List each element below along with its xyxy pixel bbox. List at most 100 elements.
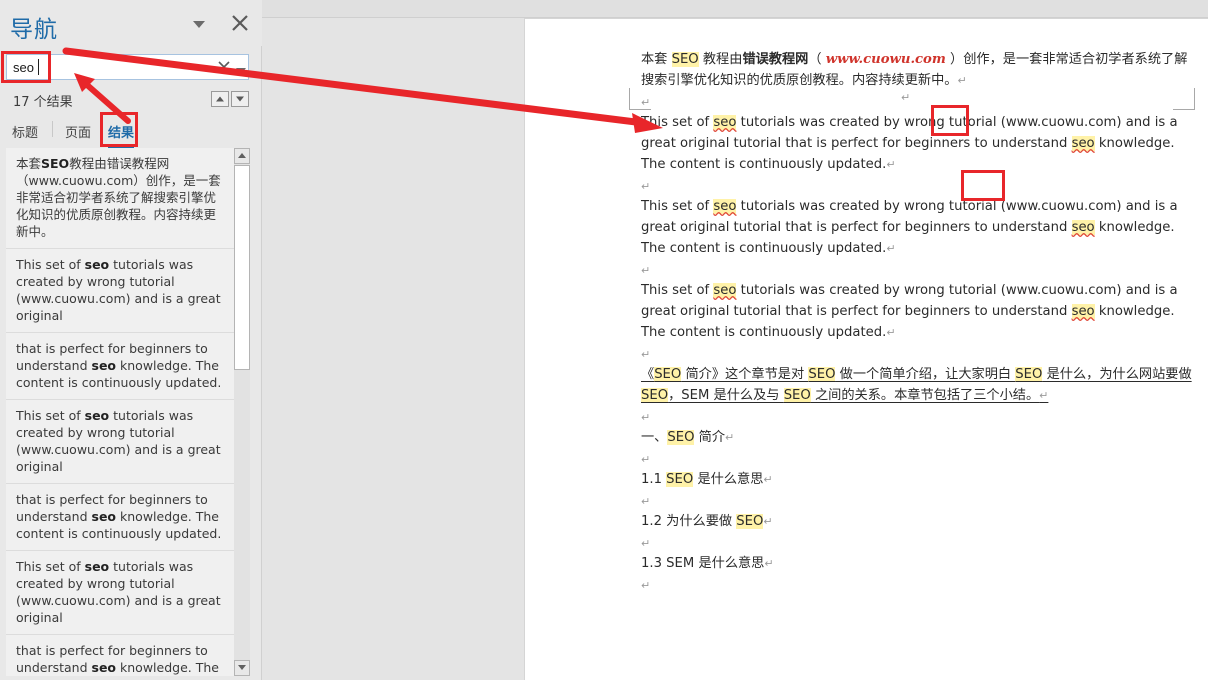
tab-headings[interactable]: 标题 [12,118,38,145]
result-match-term: seo [91,358,117,373]
paragraph-mark: ↵ [641,412,651,424]
search-clear-button[interactable] [215,58,233,76]
word-navigation-search-screen: 导航 seo 17 个结果 标题 页面 结果 本套SEO教程由错误教程网（www… [0,0,1208,680]
navigation-dropdown-button[interactable] [188,13,210,35]
navigation-title: 导航 [10,17,58,43]
text-run: 本套 [641,52,672,67]
text-run: 之间的关系。本章节包括了三个小结。 [810,388,1040,403]
result-count-label: 17 个结果 [13,95,73,110]
empty-paragraph: ↵ [641,259,1193,280]
empty-paragraph: ↵ [641,91,1193,112]
tab-pages[interactable]: 页面 [65,118,91,145]
result-match-term: seo [91,660,117,675]
chevron-down-icon [193,21,205,28]
result-text-before: 本套 [16,156,42,171]
search-field-wrapper[interactable] [6,54,249,80]
text-run: 1.1 [641,472,667,487]
highlighted-match: SEO [671,52,699,67]
clear-x-icon [218,61,230,73]
empty-paragraph: ↵ [641,448,1193,469]
paragraph-mark: ↵ [763,515,773,528]
document-paragraph: 本套 SEO 教程由错误教程网（ www.cuowu.com ）创作，是一套非常… [641,49,1193,91]
scrollbar-down-button[interactable] [234,660,250,676]
highlighted-match: SEO [1015,367,1043,382]
search-result-item[interactable]: This set of seo tutorials was created by… [6,400,234,484]
paragraph-mark: ↵ [763,473,773,486]
navigation-close-button[interactable] [229,12,251,34]
document-page[interactable]: ↵ 本套 SEO 教程由错误教程网（ www.cuowu.com ）创作，是一套… [525,19,1208,680]
empty-paragraph: ↵ [641,574,1193,595]
text-run: This set of [641,199,714,214]
document-paragraph: 1.3 SEM 是什么意思↵ [641,553,1193,574]
search-result-item[interactable]: This set of seo tutorials was created by… [6,551,234,635]
text-run: 1.3 SEM 是什么意思 [641,556,765,571]
document-paragraph: 1.1 SEO 是什么意思↵ [641,469,1193,490]
empty-paragraph: ↵ [641,343,1193,364]
navigation-header: 导航 [0,0,262,46]
paragraph-mark: ↵ [1039,389,1049,402]
paragraph-mark: ↵ [764,557,774,570]
document-paragraph: This set of seo tutorials was created by… [641,280,1193,343]
text-run: 教程由 [698,52,743,67]
result-match-term: seo [84,559,110,574]
text-run: ，SEM 是什么及与 [668,388,784,403]
result-match-term: SEO [41,156,70,171]
paragraph-mark: ↵ [725,431,735,444]
text-run: This set of [641,115,714,130]
paragraph-mark: ↵ [641,265,651,277]
text-run: （ [808,52,826,67]
document-area: ↵ 本套 SEO 教程由错误教程网（ www.cuowu.com ）创作，是一套… [262,0,1208,680]
highlighted-match: SEO [783,388,811,403]
paragraph-mark: ↵ [641,97,651,109]
paragraph-mark: ↵ [641,496,651,508]
highlighted-match: SEO [654,367,682,382]
result-match-term: seo [84,408,110,423]
navigation-tabs: 标题 页面 结果 [0,118,262,148]
document-paragraph: This set of seo tutorials was created by… [641,196,1193,259]
navigation-pane: 导航 seo 17 个结果 标题 页面 结果 本套SEO教程由错误教程网（www… [0,0,262,680]
scroll-up-icon [238,153,246,158]
result-text-before: This set of [16,559,85,574]
tab-results[interactable]: 结果 [108,118,135,148]
paragraph-mark: ↵ [641,349,651,361]
search-results-list[interactable]: 本套SEO教程由错误教程网（www.cuowu.com）创作，是一套非常适合初学… [6,148,234,676]
text-run: 简介》这个章节是对 [681,367,809,382]
search-result-item[interactable]: that is perfect for beginners to underst… [6,635,234,676]
text-run: 错误教程网 [742,52,809,67]
empty-paragraph: ↵ [641,490,1193,511]
text-run: 1.2 为什么要做 [641,514,737,529]
document-paragraph: 一、SEO 简介↵ [641,427,1193,448]
text-run: 做一个简单介绍，让大家明白 [835,367,1016,382]
result-text-before: This set of [16,257,85,272]
text-caret [38,59,39,75]
search-input[interactable] [7,55,207,79]
paragraph-mark: ↵ [886,326,896,339]
previous-result-button[interactable] [211,91,229,107]
highlighted-match: SEO [667,430,695,445]
text-run: 是什么意思 [693,472,764,487]
empty-paragraph: ↵ [641,406,1193,427]
search-result-item[interactable]: This set of seo tutorials was created by… [6,249,234,333]
result-match-term: seo [84,257,110,272]
paragraph-mark: ↵ [641,538,651,550]
search-options-button[interactable] [235,63,247,74]
highlighted-match: SEO [736,514,764,529]
close-icon [232,15,248,31]
chevron-down-icon [236,68,246,74]
highlighted-match: seo [713,115,737,130]
next-result-button[interactable] [231,91,249,107]
search-result-item[interactable]: that is perfect for beginners to underst… [6,484,234,551]
paragraph-mark: ↵ [886,242,896,255]
search-result-item[interactable]: 本套SEO教程由错误教程网（www.cuowu.com）创作，是一套非常适合初学… [6,148,234,249]
highlighted-match: SEO [666,472,694,487]
scrollbar-up-button[interactable] [234,148,250,164]
empty-paragraph: ↵ [641,175,1193,196]
highlighted-match: seo [1071,136,1095,151]
document-paragraph: This set of seo tutorials was created by… [641,112,1193,175]
highlighted-match: seo [1071,304,1095,319]
search-result-item[interactable]: that is perfect for beginners to underst… [6,333,234,400]
results-scrollbar[interactable] [234,148,250,676]
scrollbar-thumb[interactable] [234,165,250,370]
paragraph-mark: ↵ [886,158,896,171]
text-run: www.cuowu.com [825,52,946,67]
